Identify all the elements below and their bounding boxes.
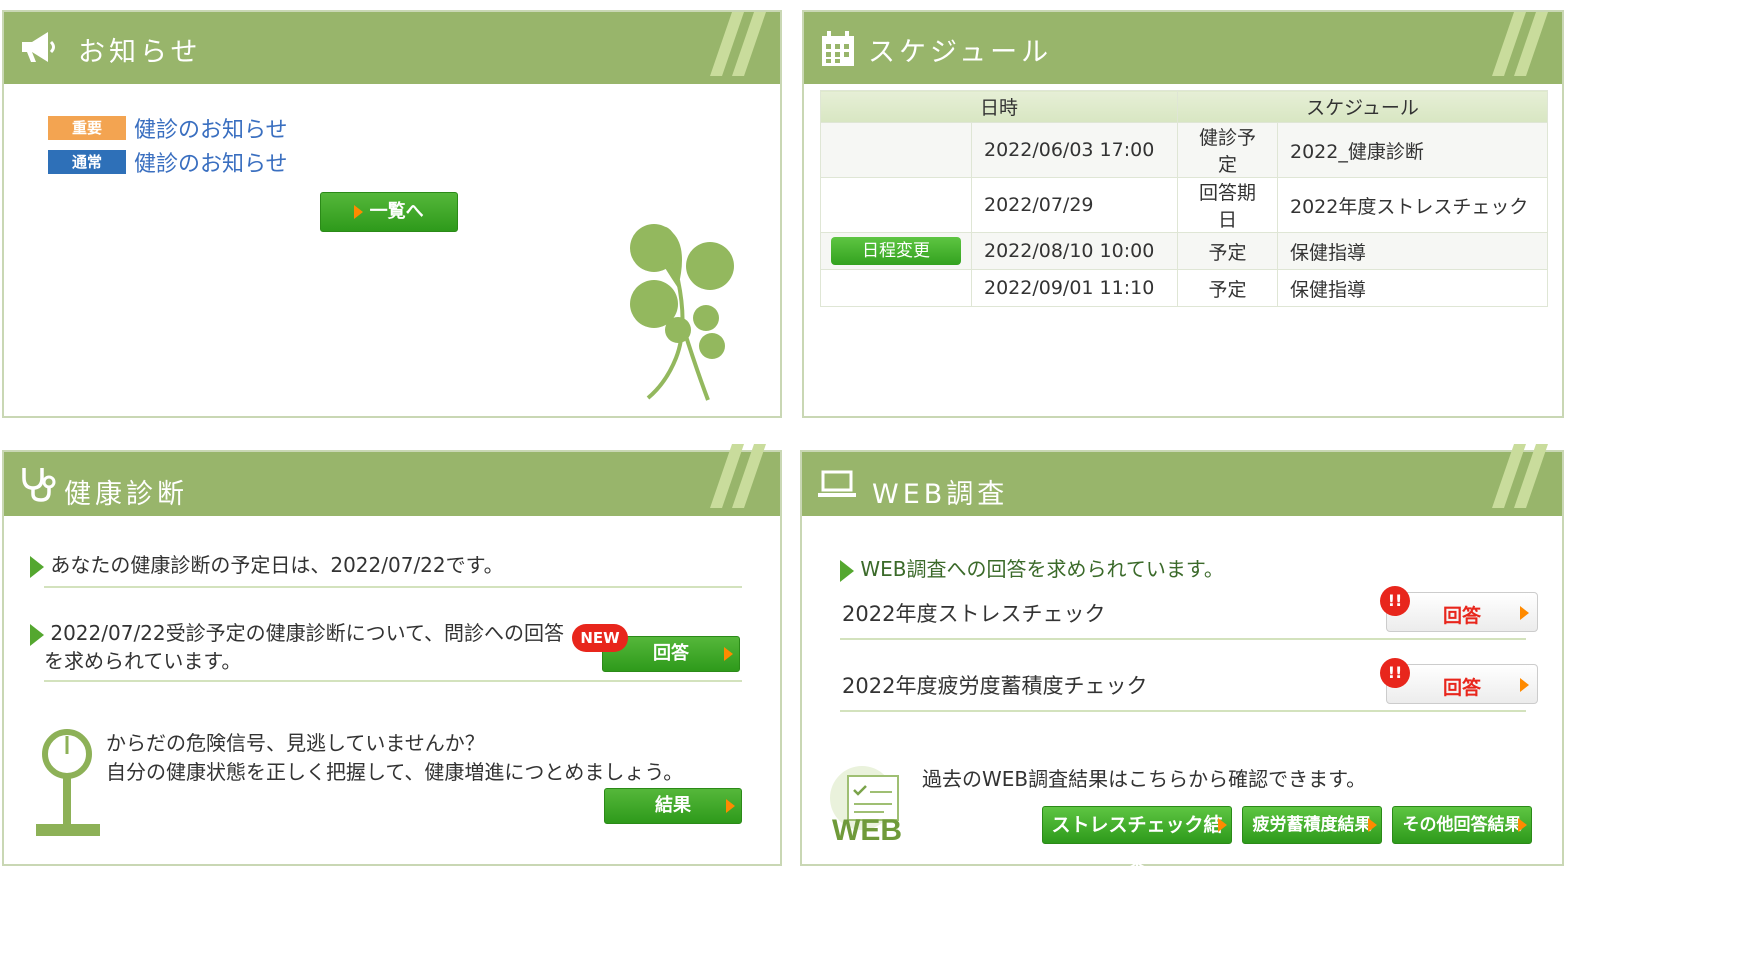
alert-icon: !!	[1380, 658, 1410, 688]
row-content: 保健指導	[1277, 232, 1548, 270]
fatigue-result-button[interactable]: 疲労蓄積度結果	[1242, 806, 1382, 844]
notice-list-button[interactable]: 一覧へ	[320, 192, 458, 232]
row-datetime: 2022/08/10 10:00	[971, 232, 1178, 270]
health-result-label: 結果	[655, 795, 691, 816]
health-panel: 健康診断 あなたの健康診断の予定日は、2022/07/22です。 2022/07…	[2, 444, 782, 866]
calendar-icon	[822, 31, 854, 66]
arrow-right-icon	[1520, 606, 1529, 620]
survey-name: 2022年度ストレスチェック	[842, 602, 1106, 626]
arrow-right-icon	[1520, 678, 1529, 692]
survey-name: 2022年度疲労度蓄積度チェック	[842, 674, 1148, 698]
decorative-slashes-icon	[1492, 12, 1548, 76]
risk-text-2: 自分の健康状態を正しく把握して、健康増進につとめましょう。	[106, 760, 684, 784]
row-datetime: 2022/07/29	[971, 177, 1178, 233]
other-result-label: その他回答結果	[1402, 815, 1522, 835]
row-type: 予定	[1177, 232, 1278, 270]
stress-check-result-button[interactable]: ストレスチェック結果	[1042, 806, 1232, 872]
scale-icon	[36, 729, 100, 836]
normal-badge: 通常	[48, 150, 126, 174]
row-content: 保健指導	[1277, 269, 1548, 307]
health-header: 健康診断	[4, 444, 780, 516]
megaphone-icon	[22, 32, 55, 62]
arrow-right-icon	[1218, 818, 1227, 832]
schedule-table: 日時 スケジュール 2022/06/03 17:00 健診予定 2022_健康診…	[820, 90, 1548, 307]
triangle-right-icon	[840, 559, 854, 582]
row-action-cell	[820, 122, 972, 178]
table-row: 日程変更 2022/08/10 10:00 予定 保健指導	[820, 232, 1548, 270]
risk-text-1: からだの危険信号、見逃していませんか？	[106, 731, 485, 755]
answer-label: 回答	[1442, 677, 1481, 699]
decorative-slashes-icon	[710, 444, 766, 508]
arrow-right-icon	[724, 647, 733, 661]
divider	[44, 680, 742, 682]
triangle-right-icon	[30, 623, 44, 646]
clover-icon	[630, 224, 734, 401]
scheduled-date-text: あなたの健康診断の予定日は、2022/07/22です。	[50, 553, 504, 577]
web-header: WEB調査	[802, 444, 1562, 516]
row-datetime: 2022/06/03 17:00	[971, 122, 1178, 178]
row-action-cell	[820, 177, 972, 233]
divider	[840, 638, 1526, 640]
questionnaire-line: 2022/07/22受診予定の健康診断について、問診への回答	[30, 618, 564, 648]
questionnaire-line-2: を求められています。	[44, 646, 241, 676]
questionnaire-text-2: を求められています。	[44, 649, 242, 673]
schedule-header: スケジュール	[804, 12, 1562, 84]
notice-header: お知らせ	[4, 12, 780, 84]
arrow-right-icon	[1518, 818, 1527, 832]
row-type: 回答期日	[1177, 177, 1278, 233]
schedule-header-row: 日時 スケジュール	[820, 90, 1548, 123]
row-type: 予定	[1177, 269, 1278, 307]
reschedule-button[interactable]: 日程変更	[831, 237, 961, 265]
fatigue-result-label: 疲労蓄積度結果	[1252, 815, 1372, 835]
schedule-title: スケジュール	[868, 37, 1053, 68]
triangle-right-icon	[30, 555, 44, 578]
alert-icon: !!	[1380, 586, 1410, 616]
health-title: 健康診断	[64, 479, 188, 510]
health-answer-label: 回答	[653, 643, 689, 664]
arrow-right-icon	[354, 205, 364, 219]
answer-label: 回答	[1442, 605, 1481, 627]
notice-item[interactable]: 重要 健診のお知らせ	[48, 112, 288, 144]
other-result-button[interactable]: その他回答結果	[1392, 806, 1532, 844]
web-survey-panel: WEB調査 WEB調査への回答を求められています。 2022年度ストレスチェック…	[800, 444, 1564, 872]
row-action-cell	[820, 269, 972, 307]
notice-title: お知らせ	[78, 37, 202, 68]
schedule-panel: スケジュール 日時 スケジュール 2022/06/03 17:00 健診予定 2…	[802, 10, 1564, 418]
table-row: 2022/09/01 11:10 予定 保健指導	[820, 269, 1548, 307]
notice-panel: お知らせ 重要 健診のお知らせ 通常 健診のお知らせ 一覧へ	[2, 10, 782, 418]
scheduled-date-line: あなたの健康診断の予定日は、2022/07/22です。	[30, 550, 504, 580]
important-badge: 重要	[48, 116, 126, 140]
row-action-cell: 日程変更	[820, 232, 972, 270]
laptop-icon	[818, 470, 856, 497]
row-content: 2022年度ストレスチェック	[1277, 177, 1548, 233]
divider	[44, 586, 742, 588]
stethoscope-icon	[22, 468, 56, 502]
column-schedule: スケジュール	[1177, 90, 1548, 123]
notice-item[interactable]: 通常 健診のお知らせ	[48, 146, 288, 178]
table-row: 2022/06/03 17:00 健診予定 2022_健康診断	[820, 122, 1548, 178]
decorative-slashes-icon	[710, 12, 766, 76]
table-row: 2022/07/29 回答期日 2022年度ストレスチェック	[820, 177, 1548, 233]
notice-link[interactable]: 健診のお知らせ	[134, 112, 288, 144]
arrow-right-icon	[1368, 818, 1377, 832]
past-results-text: 過去のWEB調査結果はこちらから確認できます。	[922, 767, 1367, 791]
arrow-right-icon	[726, 799, 735, 813]
web-intro-text: WEB調査への回答を求められています。	[860, 557, 1224, 581]
web-intro-line: WEB調査への回答を求められています。	[840, 554, 1224, 584]
web-title: WEB調査	[872, 479, 1009, 510]
column-datetime: 日時	[820, 90, 1178, 123]
row-content: 2022_健康診断	[1277, 122, 1548, 178]
notice-list-label: 一覧へ	[369, 201, 424, 222]
notice-link[interactable]: 健診のお知らせ	[134, 146, 288, 178]
decorative-slashes-icon	[1492, 444, 1548, 508]
stress-check-result-label: ストレスチェック結果	[1051, 814, 1223, 872]
questionnaire-text-1: 2022/07/22受診予定の健康診断について、問診への回答	[50, 621, 565, 645]
health-result-button[interactable]: 結果	[604, 788, 742, 824]
row-type: 健診予定	[1177, 122, 1278, 178]
web-logo: WEB	[832, 814, 902, 847]
row-datetime: 2022/09/01 11:10	[971, 269, 1178, 307]
divider	[840, 710, 1526, 712]
new-badge: NEW	[572, 624, 628, 652]
